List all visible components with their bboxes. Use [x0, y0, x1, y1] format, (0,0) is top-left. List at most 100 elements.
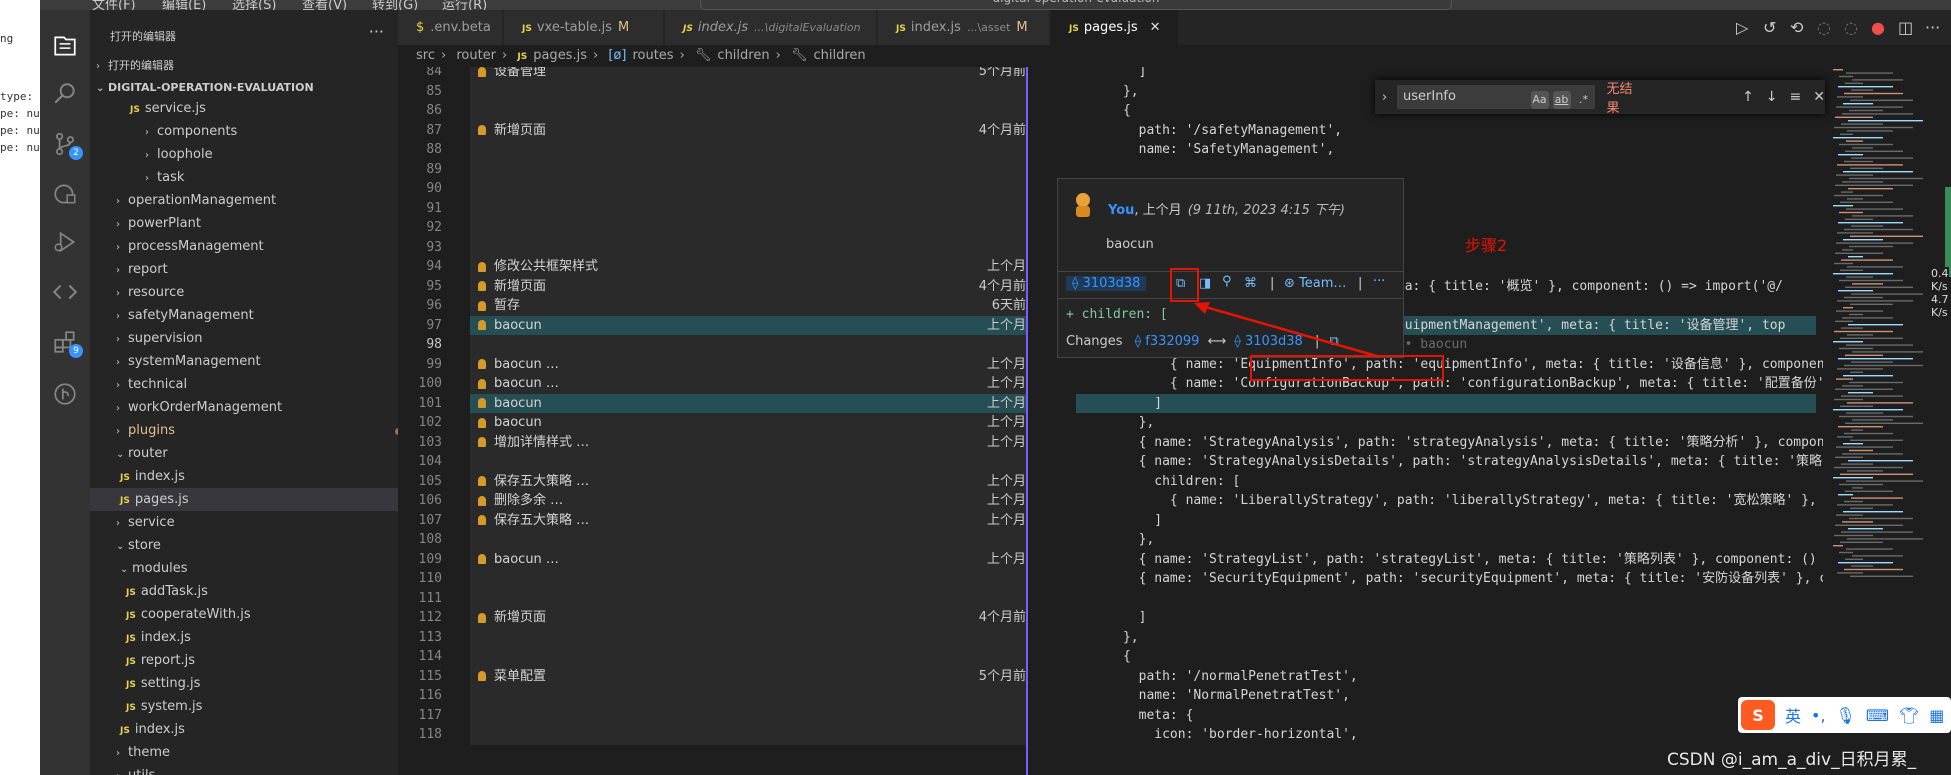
breadcrumb-routes[interactable]: routes — [632, 48, 673, 63]
blame-annotation[interactable]: baocun … 上个月 — [470, 374, 1026, 394]
blame-annotation[interactable]: 新增页面 4个月前 — [470, 276, 1026, 296]
tree-file[interactable]: JS pages.js — [90, 488, 398, 511]
blame-annotation[interactable] — [470, 647, 1026, 667]
blame-annotation[interactable]: 增加详情样式 … 上个月 — [470, 432, 1026, 452]
blame-annotation[interactable]: baocun 上个月 — [470, 315, 1026, 335]
open-editors-section[interactable]: › 打开的编辑器 — [90, 54, 398, 77]
tree-folder[interactable]: › plugins — [90, 419, 398, 442]
blame-annotation[interactable] — [470, 588, 1026, 608]
run-icon[interactable]: ▷ — [1736, 18, 1748, 37]
blame-annotation[interactable]: baocun … 上个月 — [470, 549, 1026, 569]
blame-annotation[interactable]: 保存五大策略 … 上个月 — [470, 510, 1026, 530]
commit-author[interactable]: You — [1108, 203, 1134, 218]
compare-icon[interactable]: ◨ — [1199, 276, 1211, 291]
find-input[interactable]: userInfo Aa ab .* — [1397, 85, 1595, 109]
breadcrumb-pages[interactable]: pages.js — [533, 48, 587, 63]
arrow-up-icon[interactable]: ↑ — [1742, 89, 1754, 105]
tab-pages-js[interactable]: JS pages.js ✕ — [1051, 10, 1179, 45]
tree-file[interactable]: JS index.js — [90, 465, 398, 488]
tree-folder[interactable]: › operationManagement — [90, 189, 398, 212]
blame-annotation[interactable] — [470, 705, 1026, 725]
timeline-icon[interactable]: ⟲ — [1790, 18, 1803, 37]
toolbox-icon[interactable]: ▦ — [1929, 706, 1944, 725]
search-icon[interactable]: ⚲ — [1222, 274, 1232, 289]
blame-annotation[interactable]: 保存五大策略 … 上个月 — [470, 471, 1026, 491]
previous-change-icon[interactable]: ◌ — [1817, 18, 1831, 37]
tree-folder[interactable]: › service — [90, 511, 398, 534]
blame-annotation[interactable] — [470, 101, 1026, 121]
split-editor-icon[interactable]: ◫ — [1898, 18, 1913, 37]
blame-annotation[interactable]: 暂存 6天前 — [470, 296, 1026, 316]
git-graph-icon[interactable] — [51, 380, 79, 408]
blame-annotation[interactable] — [470, 452, 1026, 472]
tab-vxe-table[interactable]: JS vxe-table.js M — [504, 10, 664, 45]
source-control-icon[interactable]: 2 — [51, 130, 83, 160]
close-icon[interactable]: ✕ — [1813, 89, 1825, 105]
menu-file[interactable]: 文件(F) — [92, 0, 136, 10]
history-icon[interactable]: ↺ — [1763, 18, 1776, 37]
more-actions-icon[interactable]: ··· — [369, 22, 384, 41]
close-icon[interactable]: ✕ — [1150, 20, 1161, 35]
command-center-search[interactable]: digital-operation-evaluation — [700, 0, 1452, 10]
tree-folder[interactable]: ›utils — [90, 764, 398, 775]
tree-folder[interactable]: ⌄ router — [90, 442, 398, 465]
team-link[interactable]: ⊛ Team… — [1284, 276, 1346, 291]
regex-toggle[interactable]: .* — [1575, 91, 1593, 109]
tree-folder[interactable]: › systemManagement — [90, 350, 398, 373]
blame-annotation[interactable]: 菜单配置 5个月前 — [470, 666, 1026, 686]
breadcrumb-router[interactable]: router — [456, 48, 496, 63]
microphone-icon[interactable]: 🎙︎ — [1836, 706, 1856, 725]
tab-index-digital[interactable]: JS index.js ...\digitalEvaluation — [665, 10, 877, 45]
tree-file[interactable]: JS index.js — [90, 718, 398, 741]
breadcrumb-children[interactable]: children — [717, 48, 769, 63]
tree-folder[interactable]: › resource — [90, 281, 398, 304]
tree-folder[interactable]: ⌄ store — [90, 534, 398, 557]
tree-file[interactable]: JS addTask.js — [90, 580, 398, 603]
blame-annotation[interactable]: 设备管理 5个月前 — [470, 67, 1026, 82]
skin-icon[interactable]: 👕︎ — [1899, 706, 1919, 725]
blame-annotation[interactable] — [470, 159, 1026, 179]
tree-folder[interactable]: › safetyManagement — [90, 304, 398, 327]
blame-annotation[interactable] — [470, 218, 1026, 238]
project-section[interactable]: ⌄ DIGITAL-OPERATION-EVALUATION — [90, 76, 398, 99]
tree-file[interactable]: JS index.js — [90, 626, 398, 649]
blame-annotation[interactable]: 修改公共框架样式 上个月 — [470, 257, 1026, 277]
more-actions-icon[interactable]: ··· — [1373, 274, 1385, 289]
blame-annotation[interactable] — [470, 140, 1026, 160]
tree-folder[interactable]: ⌄ modules — [90, 557, 398, 580]
blame-annotation[interactable]: 删除多余 … 上个月 — [470, 491, 1026, 511]
commit-sha[interactable]: ⟠ 3103d38 — [1066, 276, 1147, 291]
blame-annotation[interactable] — [470, 179, 1026, 199]
blame-annotation[interactable] — [470, 530, 1026, 550]
remote-explorer-icon[interactable] — [51, 180, 79, 208]
tree-folder[interactable]: › supervision — [90, 327, 398, 350]
blame-annotation[interactable] — [470, 237, 1026, 257]
blame-annotation[interactable]: baocun 上个月 — [470, 393, 1026, 413]
ime-punctuation[interactable]: •, — [1811, 706, 1826, 725]
graph-icon[interactable]: ⌘ — [1244, 276, 1257, 291]
run-debug-icon[interactable] — [51, 228, 79, 256]
keyboard-icon[interactable]: ⌨ — [1866, 706, 1889, 725]
minimap[interactable]: 0.4 K/s 4.7 K/s — [1823, 67, 1951, 775]
record-icon[interactable]: ● — [1871, 18, 1885, 37]
tree-folder[interactable]: › processManagement — [90, 235, 398, 258]
tree-folder[interactable]: › loophole — [90, 143, 398, 166]
blame-annotation[interactable] — [470, 725, 1026, 745]
menu-view[interactable]: 查看(V) — [302, 0, 347, 10]
code-editor[interactable]: 84 设备管理 5个月前 ] 85 }, 86 {87 新增页面 4个月前 path: '/… — [398, 67, 1823, 775]
match-case-toggle[interactable]: Aa — [1530, 91, 1549, 109]
explorer-icon[interactable] — [51, 32, 79, 60]
ime-language[interactable]: 英 — [1785, 703, 1801, 727]
tree-file[interactable]: JS report.js — [90, 649, 398, 672]
tab-env-beta[interactable]: $ .env.beta — [398, 10, 503, 45]
menu-goto[interactable]: 转到(G) — [372, 0, 418, 10]
menu-edit[interactable]: 编辑(E) — [162, 0, 206, 10]
tree-folder[interactable]: › report — [90, 258, 398, 281]
blame-annotation[interactable]: 新增页面 4个月前 — [470, 608, 1026, 628]
tab-index-asset[interactable]: JS index.js ...\asset M — [878, 10, 1050, 45]
code-icon[interactable] — [51, 278, 79, 306]
menu-select[interactable]: 选择(S) — [232, 0, 276, 10]
search-icon[interactable] — [51, 80, 79, 108]
blame-annotation[interactable] — [470, 686, 1026, 706]
blame-annotation[interactable] — [470, 627, 1026, 647]
